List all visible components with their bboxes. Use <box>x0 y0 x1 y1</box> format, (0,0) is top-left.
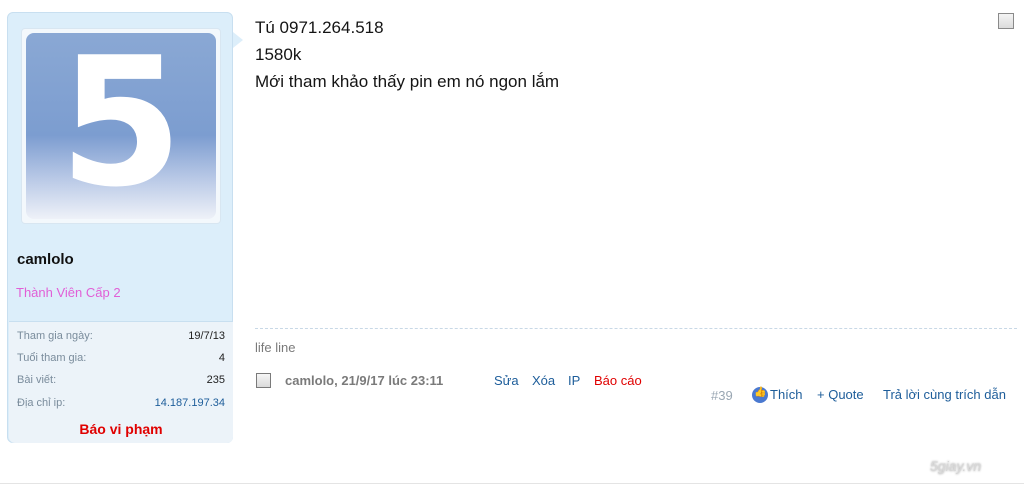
speech-arrow <box>233 32 243 48</box>
username-link[interactable]: camlolo <box>17 251 74 268</box>
like-label: Thích <box>770 387 803 402</box>
select-post-checkbox[interactable] <box>256 373 271 388</box>
thumbs-up-icon <box>752 387 768 403</box>
stat-value: 19/7/13 <box>188 330 225 342</box>
message-line: 1580k <box>255 45 302 64</box>
message-content: Tú 0971.264.518 1580k Mới tham khảo thấy… <box>255 14 1015 95</box>
bottom-divider <box>0 483 1024 484</box>
user-info-panel: 5 camlolo Thành Viên Cấp 2 Tham gia ngày… <box>7 12 233 443</box>
report-post-link[interactable]: Báo cáo <box>594 373 642 388</box>
user-stats: Tham gia ngày: 19/7/13 Tuổi tham gia: 4 … <box>9 321 233 443</box>
select-post-checkbox-top[interactable] <box>998 13 1014 29</box>
watermark: 5giay.vn <box>930 458 982 474</box>
stat-label: Tham gia ngày: <box>17 330 93 342</box>
quote-button[interactable]: + Quote <box>817 387 864 402</box>
signature-divider <box>255 328 1017 329</box>
stat-value: 235 <box>206 374 225 386</box>
message-line: Mới tham khảo thấy pin em nó ngon lắm <box>255 72 560 91</box>
stat-label: Bài viết: <box>17 374 57 386</box>
stat-ip-address: Địa chỉ ip: 14.187.197.34 <box>17 397 225 415</box>
avatar-digit: 5 <box>59 33 183 219</box>
author-date-link[interactable]: camlolo, 21/9/17 lúc 23:11 <box>285 373 443 388</box>
avatar[interactable]: 5 <box>26 33 216 219</box>
post-number-link[interactable]: #39 <box>711 388 733 403</box>
stat-value-ip[interactable]: 14.187.197.34 <box>155 397 225 409</box>
ip-link[interactable]: IP <box>568 373 580 388</box>
message-line: Tú 0971.264.518 <box>255 18 384 37</box>
signature: life line <box>255 340 296 355</box>
report-user-link[interactable]: Báo vi phạm <box>9 421 233 437</box>
user-title: Thành Viên Cấp 2 <box>16 285 121 300</box>
delete-link[interactable]: Xóa <box>532 373 555 388</box>
reply-with-quote-button[interactable]: Trả lời cùng trích dẫn <box>883 387 1006 402</box>
avatar-frame: 5 <box>21 28 221 224</box>
stat-label: Tuổi tham gia: <box>17 352 87 364</box>
stat-join-date: Tham gia ngày: 19/7/13 <box>17 330 225 348</box>
stat-membership-age: Tuổi tham gia: 4 <box>17 352 225 370</box>
stat-post-count: Bài viết: 235 <box>17 374 225 392</box>
forum-post: 5 camlolo Thành Viên Cấp 2 Tham gia ngày… <box>0 0 1024 485</box>
edit-link[interactable]: Sửa <box>494 373 519 388</box>
stat-value: 4 <box>218 352 225 364</box>
stat-label: Địa chỉ ip: <box>17 397 66 409</box>
